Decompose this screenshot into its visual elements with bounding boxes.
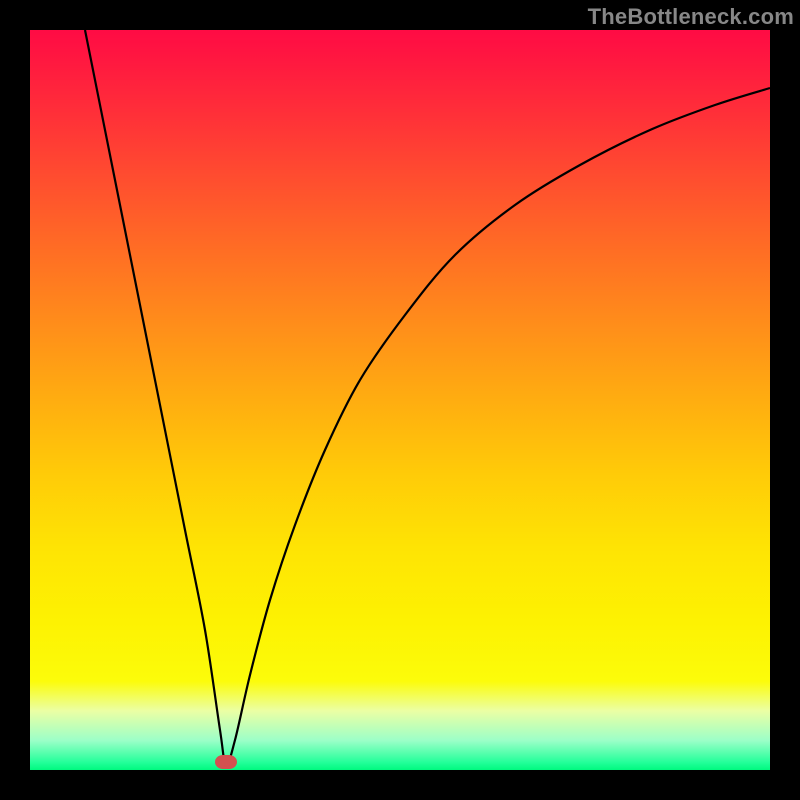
watermark-text: TheBottleneck.com — [588, 4, 794, 30]
optimal-point-marker — [215, 755, 237, 769]
plot-area — [30, 30, 770, 770]
chart-frame: TheBottleneck.com — [0, 0, 800, 800]
bottleneck-curve — [85, 30, 770, 765]
curve-svg — [30, 30, 770, 770]
